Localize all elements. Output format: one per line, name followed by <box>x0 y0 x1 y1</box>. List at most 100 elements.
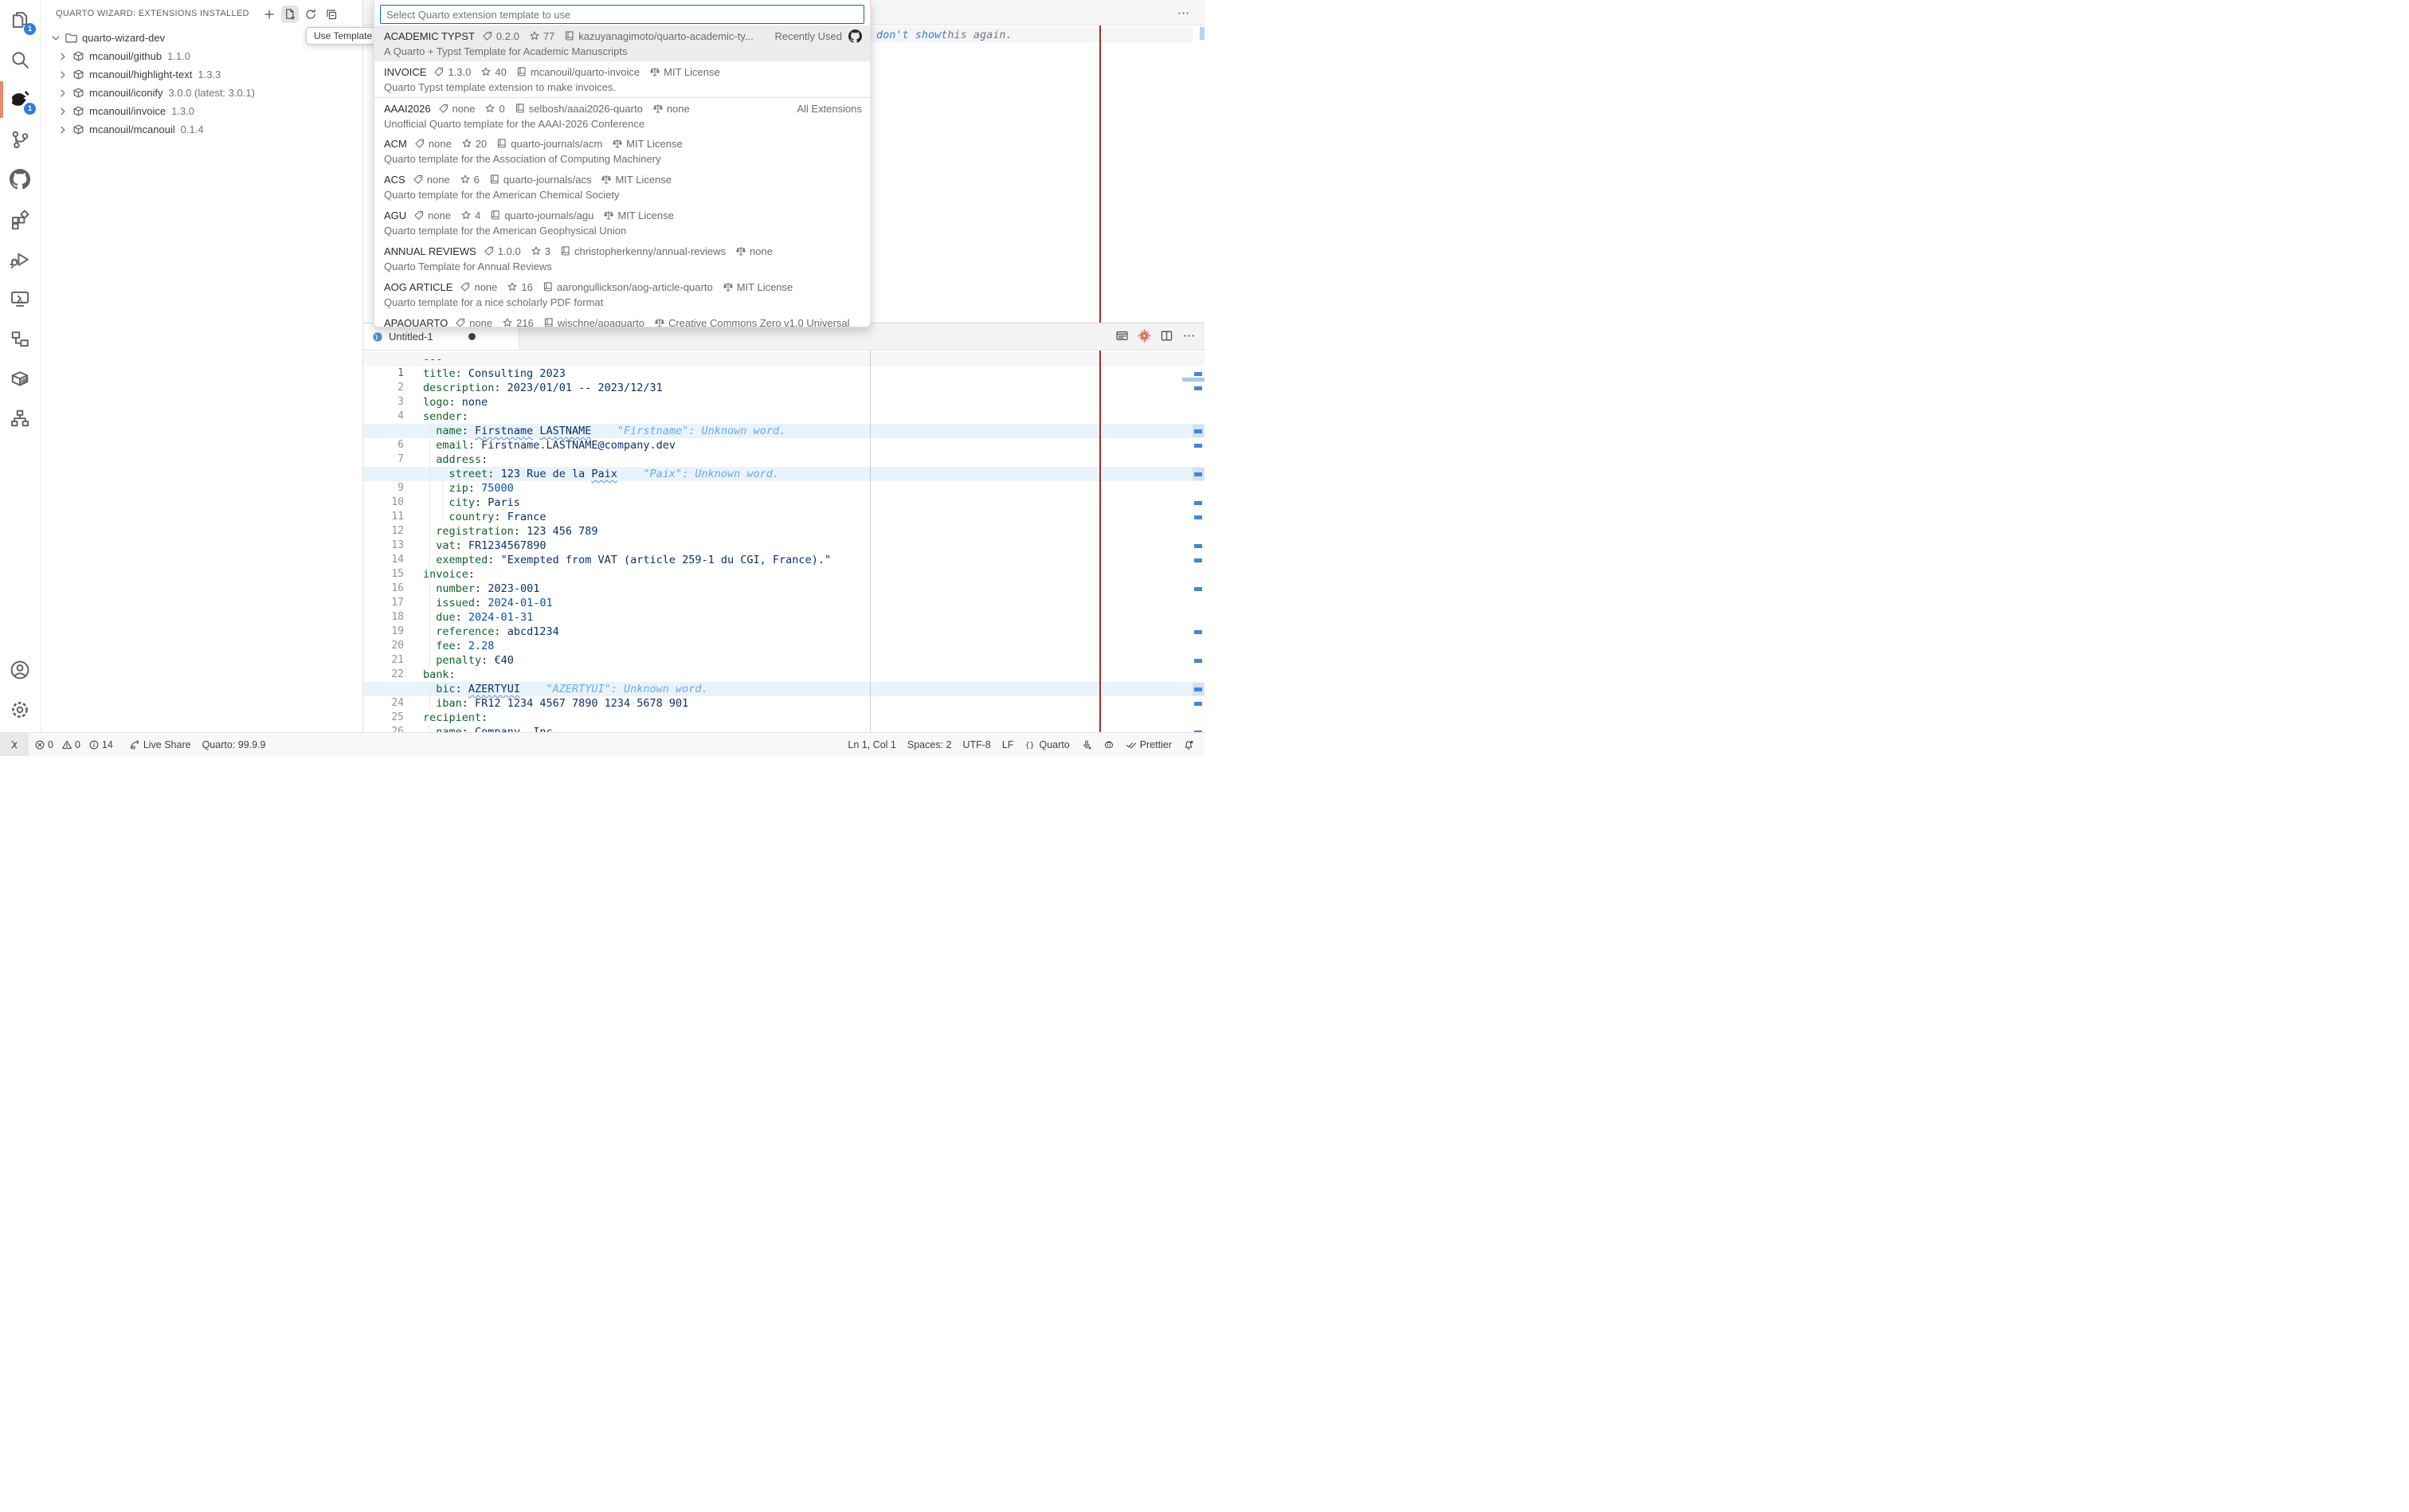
code-line: 6 name: Firstname LASTNAME "Firstname": … <box>362 424 1204 438</box>
ellipsis-icon <box>1182 329 1196 343</box>
activity-containers[interactable] <box>0 358 40 398</box>
collapse-all-icon <box>325 8 338 21</box>
activity-references[interactable] <box>0 319 40 358</box>
more-actions-icon[interactable] <box>1176 6 1190 20</box>
code-token: : <box>514 525 527 538</box>
more-actions-button[interactable] <box>1181 327 1197 343</box>
activity-settings[interactable] <box>0 690 40 730</box>
star-icon <box>460 174 471 185</box>
activity-extensions[interactable] <box>0 199 40 239</box>
chevron-down-icon[interactable] <box>49 32 62 45</box>
code-token <box>423 511 449 523</box>
status-quarto-version[interactable]: Quarto: 99.9.9 <box>197 733 272 756</box>
status-eol-sequence[interactable]: LF <box>997 733 1020 756</box>
quick-pick-input[interactable] <box>380 5 864 24</box>
extension-name: mcanouil/mcanouil <box>89 123 175 135</box>
template-version: none <box>429 138 452 150</box>
status-problems[interactable]: 0 0 14 <box>29 733 123 756</box>
quick-pick-item[interactable]: AAAI2026 none0selbosh/aaai2026-quartonon… <box>374 97 870 133</box>
template-stars: 40 <box>495 66 506 78</box>
status-label: LF <box>1002 739 1014 750</box>
split-editor-button[interactable] <box>1158 327 1174 343</box>
code-line: 14 vat: FR1234567890 <box>362 539 1204 553</box>
editor-content[interactable]: 1 --- 2 title: Consulting 2023 3 descrip… <box>362 351 1204 733</box>
template-repo: quarto-journals/acs <box>503 174 592 186</box>
chevron-right-icon[interactable] <box>57 105 69 118</box>
add-extension-button[interactable] <box>260 6 278 23</box>
code-token: : <box>456 640 468 652</box>
quick-pick-item[interactable]: INVOICE 1.3.040mcanouil/quarto-invoiceMI… <box>374 61 870 97</box>
code-line: 23 bank: <box>362 668 1204 682</box>
status-formatter-prettier[interactable]: Prettier <box>1120 733 1177 756</box>
overview-ruler-slider[interactable] <box>1182 378 1204 382</box>
tree-item-extension[interactable]: mcanouil/highlight-text 1.3.3 <box>40 65 362 84</box>
quick-pick-item[interactable]: ACS none6quarto-journals/acsMIT License … <box>374 169 870 205</box>
status-remote-indicator[interactable] <box>0 733 29 756</box>
code-token: AZERTYUI <box>468 683 520 695</box>
tree-item-extension[interactable]: mcanouil/github 1.1.0 <box>40 47 362 65</box>
package-icon <box>72 86 85 100</box>
activity-remote-explorer[interactable] <box>0 279 40 319</box>
status-language-mode[interactable]: {}Quarto <box>1019 733 1075 756</box>
status-live-share[interactable]: Live Share <box>123 733 197 756</box>
quick-pick-item[interactable]: ANNUAL REVIEWS 1.0.03christopherkenny/an… <box>374 241 870 276</box>
open-on-github-button[interactable] <box>848 29 862 43</box>
chevron-right-icon[interactable] <box>57 50 69 63</box>
template-title: APAQUARTO <box>384 317 448 328</box>
code-token: Paris <box>488 496 520 509</box>
chevron-right-icon[interactable] <box>57 69 69 81</box>
activity-run-debug[interactable] <box>0 239 40 279</box>
overview-info-marker <box>1194 587 1202 591</box>
template-description: Quarto template for the Association of C… <box>384 151 862 166</box>
chevron-right-icon[interactable] <box>57 123 69 136</box>
quick-pick-item[interactable]: ACM none20quarto-journals/acmMIT License… <box>374 133 870 169</box>
code-token: name <box>436 425 462 437</box>
tree-item-extension[interactable]: mcanouil/invoice 1.3.0 <box>40 102 362 120</box>
status-copilot[interactable] <box>1098 733 1120 756</box>
code-line: 25 iban: FR12 1234 4567 7890 1234 5678 9… <box>362 696 1204 711</box>
refresh-button[interactable] <box>302 6 319 23</box>
template-version: none <box>452 103 476 115</box>
code-token: --- <box>423 353 442 366</box>
sidebar: QUARTO WIZARD: EXTENSIONS INSTALLED quar… <box>40 0 363 733</box>
template-license: none <box>667 103 690 115</box>
status-cursor-position[interactable]: Ln 1, Col 1 <box>842 733 901 756</box>
law-icon <box>652 103 664 114</box>
quarto-render-button[interactable] <box>1136 327 1152 343</box>
status-encoding[interactable]: UTF-8 <box>957 733 996 756</box>
quick-pick-item[interactable]: AGU none4quarto-journals/aguMIT License … <box>374 205 870 241</box>
quick-pick: ACADEMIC TYPST 0.2.077kazuyanagimoto/qua… <box>374 0 871 327</box>
tree-item-extension[interactable]: mcanouil/iconify 3.0.0 (latest: 3.0.1) <box>40 84 362 102</box>
code-token: reference <box>436 625 494 638</box>
braces-icon: {} <box>1024 739 1036 750</box>
activity-explorer[interactable]: 1 <box>0 0 40 40</box>
status-label: Spaces: 2 <box>907 739 952 750</box>
activity-source-control[interactable] <box>0 119 40 159</box>
status-voice-dictation[interactable] <box>1075 733 1098 756</box>
status-indentation[interactable]: Spaces: 2 <box>902 733 958 756</box>
status-notifications[interactable] <box>1177 733 1200 756</box>
activity-search[interactable] <box>0 40 40 80</box>
activity-quarto-wizard[interactable]: 1 <box>0 80 40 119</box>
activity-github[interactable] <box>0 159 40 199</box>
quick-pick-item[interactable]: APAQUARTO none216wjschne/apaquartoCreati… <box>374 312 870 327</box>
code-token <box>423 597 436 609</box>
tree-item-extension[interactable]: mcanouil/mcanouil 0.1.4 <box>40 120 362 139</box>
quick-pick-item[interactable]: ACADEMIC TYPST 0.2.077kazuyanagimoto/qua… <box>374 25 870 61</box>
open-preview-button[interactable] <box>1114 327 1130 343</box>
code-token: address <box>436 453 481 466</box>
chevron-right-icon[interactable] <box>57 87 69 100</box>
code-token <box>423 640 436 652</box>
overview-info-marker <box>1194 659 1202 663</box>
activity-outline-hierarchy[interactable] <box>0 398 40 438</box>
collapse-all-button[interactable] <box>323 6 340 23</box>
star-icon <box>531 245 542 257</box>
use-template-button[interactable] <box>281 6 299 23</box>
quick-pick-item[interactable]: AOG ARTICLE none16aarongullickson/aog-ar… <box>374 276 870 312</box>
double-check-icon <box>1126 739 1137 750</box>
activity-accounts[interactable] <box>0 650 40 690</box>
top-scrollbar-slider[interactable] <box>1200 27 1204 40</box>
dont-show-link[interactable]: don't show <box>876 29 941 41</box>
template-stars: 20 <box>476 138 487 150</box>
code-line: 19 due: 2024-01-31 <box>362 610 1204 625</box>
